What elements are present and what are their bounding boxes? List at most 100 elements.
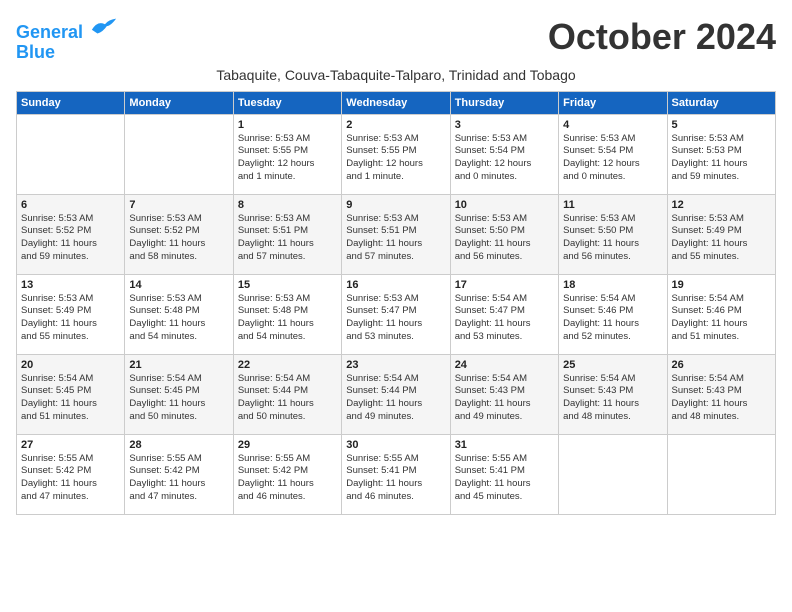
- day-number: 15: [238, 279, 337, 291]
- day-info: Sunrise: 5:53 AMSunset: 5:48 PMDaylight:…: [238, 293, 337, 344]
- day-info: Sunrise: 5:54 AMSunset: 5:47 PMDaylight:…: [455, 293, 554, 344]
- calendar-cell: 5 Sunrise: 5:53 AMSunset: 5:53 PMDaylight…: [667, 114, 775, 194]
- day-number: 29: [238, 439, 337, 451]
- logo-bird-icon: [90, 16, 118, 38]
- day-info: Sunrise: 5:53 AMSunset: 5:54 PMDaylight:…: [563, 133, 662, 184]
- day-number: 7: [129, 199, 228, 211]
- calendar-cell: 30 Sunrise: 5:55 AMSunset: 5:41 PMDayligh…: [342, 434, 450, 514]
- calendar-cell: 7Sunrise: 5:53 AMSunset: 5:52 PMDaylight…: [125, 194, 233, 274]
- calendar-cell: 19 Sunrise: 5:54 AMSunset: 5:46 PMDayligh…: [667, 274, 775, 354]
- day-info: Sunrise: 5:53 AMSunset: 5:50 PMDaylight:…: [455, 213, 554, 264]
- weekday-header: Thursday: [450, 91, 558, 114]
- calendar-cell: 23 Sunrise: 5:54 AMSunset: 5:44 PMDayligh…: [342, 354, 450, 434]
- day-info: Sunrise: 5:54 AMSunset: 5:44 PMDaylight:…: [238, 373, 337, 424]
- calendar-cell: 11Sunrise: 5:53 AMSunset: 5:50 PMDayligh…: [559, 194, 667, 274]
- day-number: 12: [672, 199, 771, 211]
- calendar-cell: 25 Sunrise: 5:54 AMSunset: 5:43 PMDayligh…: [559, 354, 667, 434]
- weekday-header: Tuesday: [233, 91, 341, 114]
- day-number: 11: [563, 199, 662, 211]
- day-info: Sunrise: 5:54 AMSunset: 5:43 PMDaylight:…: [563, 373, 662, 424]
- day-number: 28: [129, 439, 228, 451]
- day-info: Sunrise: 5:53 AMSunset: 5:53 PMDaylight:…: [672, 133, 771, 184]
- day-number: 27: [21, 439, 120, 451]
- calendar-cell: 27 Sunrise: 5:55 AMSunset: 5:42 PMDayligh…: [17, 434, 125, 514]
- day-number: 17: [455, 279, 554, 291]
- day-info: Sunrise: 5:54 AMSunset: 5:44 PMDaylight:…: [346, 373, 445, 424]
- day-number: 4: [563, 119, 662, 131]
- day-info: Sunrise: 5:55 AMSunset: 5:42 PMDaylight:…: [129, 453, 228, 504]
- logo: General Blue: [16, 16, 118, 63]
- calendar-week-row: 27 Sunrise: 5:55 AMSunset: 5:42 PMDayligh…: [17, 434, 776, 514]
- calendar-cell: 13 Sunrise: 5:53 AMSunset: 5:49 PMDayligh…: [17, 274, 125, 354]
- day-info: Sunrise: 5:55 AMSunset: 5:41 PMDaylight:…: [346, 453, 445, 504]
- day-number: 25: [563, 359, 662, 371]
- weekday-header-row: SundayMondayTuesdayWednesdayThursdayFrid…: [17, 91, 776, 114]
- day-number: 5: [672, 119, 771, 131]
- day-number: 31: [455, 439, 554, 451]
- calendar-cell: [559, 434, 667, 514]
- day-info: Sunrise: 5:54 AMSunset: 5:45 PMDaylight:…: [129, 373, 228, 424]
- calendar-cell: 15 Sunrise: 5:53 AMSunset: 5:48 PMDayligh…: [233, 274, 341, 354]
- calendar-cell: 16 Sunrise: 5:53 AMSunset: 5:47 PMDayligh…: [342, 274, 450, 354]
- day-info: Sunrise: 5:53 AMSunset: 5:52 PMDaylight:…: [21, 213, 120, 264]
- day-number: 19: [672, 279, 771, 291]
- calendar-cell: 17 Sunrise: 5:54 AMSunset: 5:47 PMDayligh…: [450, 274, 558, 354]
- weekday-header: Monday: [125, 91, 233, 114]
- day-number: 9: [346, 199, 445, 211]
- calendar-cell: 26Sunrise: 5:54 AMSunset: 5:43 PMDayligh…: [667, 354, 775, 434]
- day-info: Sunrise: 5:55 AMSunset: 5:42 PMDaylight:…: [238, 453, 337, 504]
- day-number: 2: [346, 119, 445, 131]
- logo-line1: General: [16, 22, 83, 42]
- day-number: 8: [238, 199, 337, 211]
- calendar-cell: 6 Sunrise: 5:53 AMSunset: 5:52 PMDaylight…: [17, 194, 125, 274]
- calendar-cell: 9 Sunrise: 5:53 AMSunset: 5:51 PMDaylight…: [342, 194, 450, 274]
- calendar-week-row: 1Sunrise: 5:53 AMSunset: 5:55 PMDaylight…: [17, 114, 776, 194]
- day-info: Sunrise: 5:55 AMSunset: 5:42 PMDaylight:…: [21, 453, 120, 504]
- logo-line2: Blue: [16, 43, 118, 63]
- day-number: 13: [21, 279, 120, 291]
- calendar-cell: 28 Sunrise: 5:55 AMSunset: 5:42 PMDayligh…: [125, 434, 233, 514]
- calendar-cell: 22Sunrise: 5:54 AMSunset: 5:44 PMDayligh…: [233, 354, 341, 434]
- day-number: 23: [346, 359, 445, 371]
- day-number: 24: [455, 359, 554, 371]
- calendar-cell: 29 Sunrise: 5:55 AMSunset: 5:42 PMDayligh…: [233, 434, 341, 514]
- calendar-cell: 8 Sunrise: 5:53 AMSunset: 5:51 PMDaylight…: [233, 194, 341, 274]
- calendar-cell: 2 Sunrise: 5:53 AMSunset: 5:55 PMDaylight…: [342, 114, 450, 194]
- day-number: 16: [346, 279, 445, 291]
- calendar-week-row: 13 Sunrise: 5:53 AMSunset: 5:49 PMDayligh…: [17, 274, 776, 354]
- calendar-cell: 24 Sunrise: 5:54 AMSunset: 5:43 PMDayligh…: [450, 354, 558, 434]
- day-info: Sunrise: 5:54 AMSunset: 5:43 PMDaylight:…: [455, 373, 554, 424]
- day-number: 6: [21, 199, 120, 211]
- calendar-cell: 4 Sunrise: 5:53 AMSunset: 5:54 PMDaylight…: [559, 114, 667, 194]
- day-info: Sunrise: 5:53 AMSunset: 5:49 PMDaylight:…: [21, 293, 120, 344]
- calendar-cell: 3 Sunrise: 5:53 AMSunset: 5:54 PMDaylight…: [450, 114, 558, 194]
- day-info: Sunrise: 5:53 AMSunset: 5:51 PMDaylight:…: [346, 213, 445, 264]
- calendar-cell: [17, 114, 125, 194]
- day-info: Sunrise: 5:54 AMSunset: 5:46 PMDaylight:…: [563, 293, 662, 344]
- day-info: Sunrise: 5:53 AMSunset: 5:49 PMDaylight:…: [672, 213, 771, 264]
- calendar-cell: 18Sunrise: 5:54 AMSunset: 5:46 PMDayligh…: [559, 274, 667, 354]
- day-info: Sunrise: 5:53 AMSunset: 5:55 PMDaylight:…: [346, 133, 445, 184]
- calendar-cell: 21 Sunrise: 5:54 AMSunset: 5:45 PMDayligh…: [125, 354, 233, 434]
- calendar-cell: 12 Sunrise: 5:53 AMSunset: 5:49 PMDayligh…: [667, 194, 775, 274]
- day-number: 3: [455, 119, 554, 131]
- calendar-cell: [125, 114, 233, 194]
- day-info: Sunrise: 5:54 AMSunset: 5:46 PMDaylight:…: [672, 293, 771, 344]
- day-info: Sunrise: 5:53 AMSunset: 5:48 PMDaylight:…: [129, 293, 228, 344]
- day-info: Sunrise: 5:53 AMSunset: 5:51 PMDaylight:…: [238, 213, 337, 264]
- calendar-cell: 10 Sunrise: 5:53 AMSunset: 5:50 PMDayligh…: [450, 194, 558, 274]
- day-info: Sunrise: 5:53 AMSunset: 5:55 PMDaylight:…: [238, 133, 337, 184]
- subtitle: Tabaquite, Couva-Tabaquite-Talparo, Trin…: [16, 67, 776, 83]
- weekday-header: Saturday: [667, 91, 775, 114]
- day-info: Sunrise: 5:54 AMSunset: 5:43 PMDaylight:…: [672, 373, 771, 424]
- day-number: 30: [346, 439, 445, 451]
- day-info: Sunrise: 5:53 AMSunset: 5:54 PMDaylight:…: [455, 133, 554, 184]
- day-info: Sunrise: 5:53 AMSunset: 5:47 PMDaylight:…: [346, 293, 445, 344]
- day-number: 21: [129, 359, 228, 371]
- calendar-week-row: 6 Sunrise: 5:53 AMSunset: 5:52 PMDaylight…: [17, 194, 776, 274]
- day-number: 10: [455, 199, 554, 211]
- day-info: Sunrise: 5:55 AMSunset: 5:41 PMDaylight:…: [455, 453, 554, 504]
- calendar-cell: 1Sunrise: 5:53 AMSunset: 5:55 PMDaylight…: [233, 114, 341, 194]
- calendar-cell: 14Sunrise: 5:53 AMSunset: 5:48 PMDayligh…: [125, 274, 233, 354]
- weekday-header: Wednesday: [342, 91, 450, 114]
